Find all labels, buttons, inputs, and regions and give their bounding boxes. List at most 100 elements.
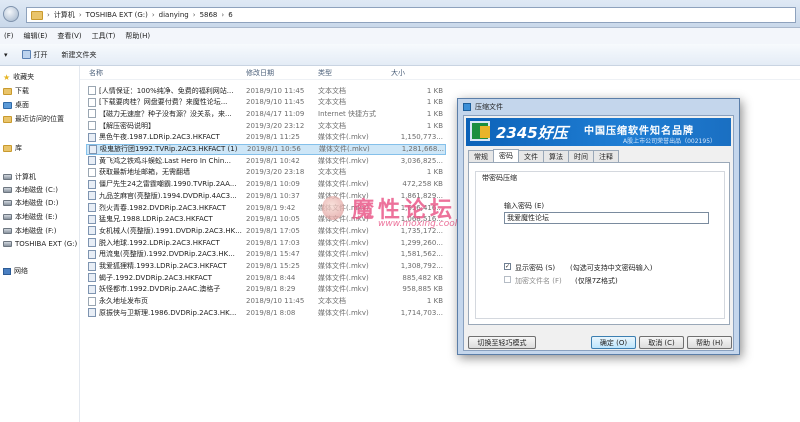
nav-label: 本地磁盘 (D:) — [15, 199, 59, 207]
nav-downloads[interactable]: 下载 — [3, 86, 29, 96]
file-row[interactable]: 【解压密码说明】 2019/3/20 23:12 文本文档 1 KB — [86, 120, 446, 131]
tab-files[interactable]: 文件 — [518, 150, 544, 162]
video-file-icon — [88, 284, 96, 294]
file-row[interactable]: 我爱狐狸精.1993.LDRip.2AC3.HKFACT 2019/8/1 15:… — [86, 261, 446, 272]
nav-network[interactable]: 网络 — [3, 266, 28, 276]
file-row[interactable]: 蝎子.1992.DVDRip.2AC3.HKFACT 2019/8/1 8:44 媒… — [86, 272, 446, 283]
cancel-button[interactable]: 取消 (C) — [639, 336, 684, 349]
breadcrumb-5868[interactable]: 5868 — [200, 11, 218, 19]
video-file-icon — [88, 191, 96, 201]
file-row[interactable]: 获取最新地址邮箱，无需翻墙 2019/3/20 23:18 文本文档 1 KB — [86, 167, 446, 178]
file-row[interactable]: [人情保证：100%纯净、免费的福利网站... 2018/9/10 11:45 文本… — [86, 85, 446, 96]
file-type: 媒体文件(.mkv) — [318, 308, 369, 317]
file-name: 永久地址发布页 — [99, 297, 148, 306]
file-name: [人情保证：100%纯净、免费的福利网站... — [99, 86, 234, 95]
tab-general[interactable]: 常规 — [468, 150, 494, 162]
file-row[interactable]: 脱入地球.1992.LDRip.2AC3.HKFACT 2019/8/1 17:0… — [86, 237, 446, 248]
desktop-icon — [3, 101, 12, 109]
brand-banner: 2345好压 中国压缩软件知名品牌 A股上市公司荣誉出品（002195） — [466, 118, 731, 146]
dialog-title-bar[interactable]: 压缩文件 — [458, 99, 739, 115]
column-name[interactable]: 名称 — [89, 68, 103, 78]
menu-view[interactable]: 查看(V) — [57, 31, 81, 41]
file-date: 2019/8/1 17:03 — [246, 238, 300, 247]
encrypt-names-checkbox[interactable] — [504, 276, 511, 283]
brand-name: 2345好压 — [496, 124, 568, 142]
nav-drive-f[interactable]: 本地磁盘 (F:) — [3, 226, 57, 236]
video-file-icon — [88, 308, 96, 318]
recent-places-icon — [3, 115, 12, 123]
back-button[interactable] — [3, 6, 19, 22]
nav-label: 本地磁盘 (E:) — [15, 213, 58, 221]
column-size[interactable]: 大小 — [391, 68, 405, 78]
address-bar[interactable]: › 计算机 › TOSHIBA EXT (G:) › dianying › 58… — [26, 7, 796, 23]
tab-algorithm[interactable]: 算法 — [543, 150, 569, 162]
breadcrumb-6[interactable]: 6 — [228, 11, 232, 19]
nav-drive-e[interactable]: 本地磁盘 (E:) — [3, 212, 57, 222]
nav-recent[interactable]: 最近访问的位置 — [3, 114, 64, 124]
tab-time[interactable]: 时间 — [568, 150, 594, 162]
file-row[interactable]: 甩流鬼(亮整版).1992.DVDRip.2AC3.HK... 2019/8/1 … — [86, 249, 446, 260]
file-row[interactable]: 黑色午夜.1987.LDRip.2AC3.HKFACT 2019/8/1 11:2… — [86, 132, 446, 143]
chevron-right-icon: › — [47, 11, 50, 19]
file-name: 吸鬼旅行团1992.TVRip.2AC3.HKFACT (1) — [100, 145, 238, 153]
password-panel: 带密码压缩 输入密码 (E) 我爱魔性论坛 ✓ 显示密码 (S) (勾选可支持中… — [468, 162, 730, 325]
nav-library[interactable]: 库 — [3, 143, 22, 153]
switch-mode-button[interactable]: 切换至轻巧模式 — [468, 336, 536, 349]
file-type: 文本文档 — [318, 121, 346, 130]
video-file-icon — [88, 249, 96, 259]
menu-file[interactable]: (F) — [4, 32, 14, 40]
file-date: 2019/8/1 10:42 — [246, 156, 300, 165]
file-row[interactable]: 黄飞鸿之铁鸡斗蜈蚣.Last Hero In Chin... 2019/8/1 1… — [86, 155, 446, 166]
text-file-icon — [88, 86, 96, 95]
column-header: 名称 修改日期 类型 大小 — [80, 66, 800, 80]
breadcrumb-computer[interactable]: 计算机 — [54, 10, 75, 20]
nav-favorites[interactable]: ★ 收藏夹 — [3, 72, 34, 82]
file-row[interactable]: 【磁力无速度？种子没有源？没关系，来... 2018/4/17 11:09 Inte… — [86, 108, 446, 119]
help-button[interactable]: 帮助 (H) — [687, 336, 732, 349]
file-date: 2019/8/1 10:09 — [246, 180, 300, 189]
file-size: 1,714,703... — [400, 308, 443, 317]
menu-edit[interactable]: 编辑(E) — [24, 31, 48, 41]
password-input[interactable]: 我爱魔性论坛 — [504, 212, 709, 224]
download-folder-icon — [3, 87, 12, 95]
menu-help[interactable]: 帮助(H) — [125, 31, 150, 41]
breadcrumb-drive[interactable]: TOSHIBA EXT (G:) — [86, 11, 148, 19]
tab-comment[interactable]: 注释 — [593, 150, 619, 162]
drive-icon — [3, 241, 12, 247]
file-date: 2019/8/1 8:29 — [246, 285, 296, 294]
nav-drive-g[interactable]: TOSHIBA EXT (G:) — [3, 240, 77, 248]
video-file-icon — [88, 132, 96, 142]
file-row[interactable]: 永久地址发布页 2018/9/10 11:45 文本文档 1 KB — [86, 296, 446, 307]
nav-drive-d[interactable]: 本地磁盘 (D:) — [3, 198, 58, 208]
nav-drive-c[interactable]: 本地磁盘 (C:) — [3, 185, 58, 195]
open-label: 打开 — [33, 50, 48, 59]
file-row[interactable]: 妖怪都市.1992.DVDRip.2AAC.澳格子 2019/8/1 8:29 媒体… — [86, 284, 446, 295]
column-type[interactable]: 类型 — [318, 68, 332, 78]
nav-desktop[interactable]: 桌面 — [3, 100, 29, 110]
open-button[interactable]: 打开 — [21, 50, 48, 60]
show-password-checkbox[interactable]: ✓ — [504, 263, 511, 270]
file-row[interactable]: 僵尸先生24之雷霆嘲霸.1990.TVRip.2AA... 2019/8/1 10… — [86, 179, 446, 190]
file-row[interactable]: 原振侠与卫斯理.1986.DVDRip.2AC3.HK... 2019/8/1 8… — [86, 307, 446, 318]
file-size: 3,036,825... — [400, 156, 443, 165]
organize-button[interactable]: ▾ — [4, 51, 8, 59]
nav-label: 本地磁盘 (F:) — [15, 227, 57, 235]
menu-tools[interactable]: 工具(T) — [92, 31, 116, 41]
new-folder-button[interactable]: 新建文件夹 — [62, 50, 97, 60]
file-date: 2019/8/1 15:47 — [246, 250, 300, 259]
file-date: 2019/3/20 23:12 — [246, 121, 305, 130]
file-size: 1 KB — [426, 86, 443, 95]
file-row[interactable]: 吸鬼旅行团1992.TVRip.2AC3.HKFACT (1) 2019/8/1 … — [86, 143, 446, 155]
navigation-pane: ★ 收藏夹 下载 桌面 最近访问的位置 库 计算机 本地磁盘 (C:) 本地磁盘 … — [0, 66, 80, 422]
file-row[interactable]: [下载要肉桂？网盘要付费？来魔性论坛... 2018/9/10 11:45 文本文档… — [86, 97, 446, 108]
column-date[interactable]: 修改日期 — [246, 68, 274, 78]
nav-computer[interactable]: 计算机 — [3, 172, 36, 182]
file-type: 媒体文件(.mkv) — [318, 262, 369, 270]
file-date: 2018/9/10 11:45 — [246, 98, 305, 107]
file-type: 文本文档 — [318, 86, 346, 95]
file-size: 1,581,562... — [400, 250, 443, 259]
breadcrumb-dianying[interactable]: dianying — [159, 11, 189, 19]
ok-button[interactable]: 确定 (O) — [591, 336, 636, 349]
tab-password[interactable]: 密码 — [493, 149, 519, 162]
dialog-tabs: 常规 密码 文件 算法 时间 注释 — [468, 149, 619, 162]
